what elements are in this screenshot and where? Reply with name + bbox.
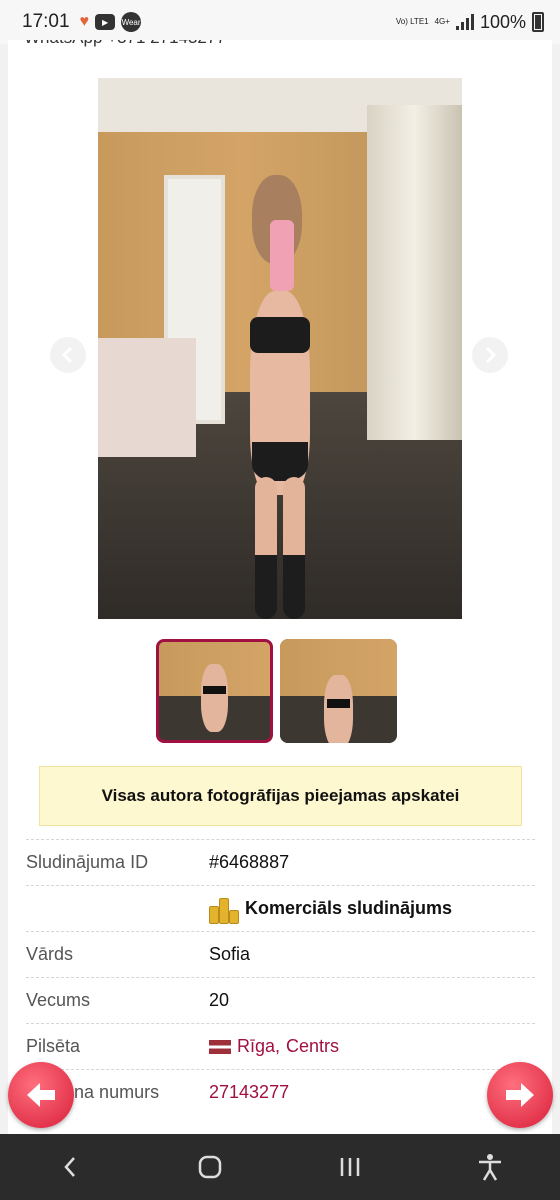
gallery-prev-button[interactable] bbox=[50, 337, 86, 373]
next-listing-button[interactable] bbox=[487, 1062, 553, 1128]
coins-icon bbox=[209, 894, 239, 924]
recents-button[interactable] bbox=[330, 1147, 370, 1187]
arrow-right-icon bbox=[506, 1083, 534, 1107]
detail-value: Sofia bbox=[209, 944, 251, 964]
detail-row-city: Pilsēta Rīga, Centrs bbox=[26, 1023, 535, 1069]
main-photo[interactable] bbox=[98, 78, 462, 619]
district-link[interactable]: Centrs bbox=[286, 1036, 339, 1057]
city-link[interactable]: Rīga, bbox=[237, 1036, 280, 1057]
accessibility-button[interactable] bbox=[470, 1147, 510, 1187]
detail-label: Vecums bbox=[26, 990, 91, 1010]
youtube-icon: ▶ bbox=[95, 14, 116, 30]
status-time: 17:01 bbox=[22, 11, 70, 32]
battery-percent: 100% bbox=[479, 11, 526, 32]
gallery-next-button[interactable] bbox=[472, 337, 508, 373]
accessibility-icon bbox=[479, 1154, 501, 1181]
recents-icon bbox=[340, 1158, 360, 1176]
system-nav-bar bbox=[0, 1134, 560, 1200]
latvia-flag-icon bbox=[209, 1039, 231, 1054]
thumbnail-2[interactable] bbox=[280, 639, 397, 743]
detail-label: Pilsēta bbox=[26, 1036, 81, 1056]
heart-pulse-icon: ♥ bbox=[79, 13, 90, 30]
detail-value: #6468887 bbox=[209, 852, 290, 872]
details-table: Sludinājuma ID #6468887 Komerciāls sludi… bbox=[26, 839, 535, 1115]
thumbnail-strip bbox=[156, 639, 397, 743]
contact-text: WhatsApp +371 27143277 bbox=[24, 40, 226, 48]
status-right: Vo) LTE1 4G+ 100% bbox=[396, 12, 544, 33]
battery-icon bbox=[532, 12, 544, 32]
network-type: 4G+ bbox=[434, 17, 450, 26]
page-content: WhatsApp +371 27143277 bbox=[8, 40, 552, 1136]
notification-icons: ♥ ▶ Wear bbox=[80, 12, 142, 32]
thumbnail-1[interactable] bbox=[156, 639, 273, 743]
detail-label: Sludinājuma ID bbox=[26, 852, 149, 872]
back-button[interactable] bbox=[50, 1147, 90, 1187]
arrow-left-icon bbox=[27, 1083, 55, 1107]
detail-value: Komerciāls sludinājums bbox=[209, 894, 452, 924]
chevron-left-icon bbox=[61, 346, 73, 364]
photos-notice: Visas autora fotogrāfijas pieejamas apsk… bbox=[39, 766, 522, 826]
network-label: Vo) LTE1 bbox=[395, 17, 429, 26]
signal-icon bbox=[455, 14, 474, 30]
detail-value: 20 bbox=[209, 990, 230, 1010]
detail-row-commercial: Komerciāls sludinājums bbox=[26, 885, 535, 931]
detail-row-age: Vecums 20 bbox=[26, 977, 535, 1023]
status-bar: 17:01 ♥ ▶ Wear Vo) LTE1 4G+ 100% bbox=[0, 0, 560, 44]
detail-value: Rīga, Centrs bbox=[209, 1036, 339, 1057]
back-icon bbox=[64, 1157, 75, 1177]
prev-listing-button[interactable] bbox=[8, 1062, 74, 1128]
detail-row-name: Vārds Sofia bbox=[26, 931, 535, 977]
detail-row-phone: Telefona numurs 27143277 bbox=[26, 1069, 535, 1115]
commercial-label: Komerciāls sludinājums bbox=[245, 898, 453, 918]
detail-label: Vārds bbox=[26, 944, 74, 964]
phone-link[interactable]: 27143277 bbox=[209, 1082, 289, 1103]
home-button[interactable] bbox=[190, 1147, 230, 1187]
home-icon bbox=[198, 1155, 222, 1179]
chevron-right-icon bbox=[485, 346, 497, 364]
wear-icon: Wear bbox=[121, 12, 142, 32]
detail-row-id: Sludinājuma ID #6468887 bbox=[26, 839, 535, 885]
